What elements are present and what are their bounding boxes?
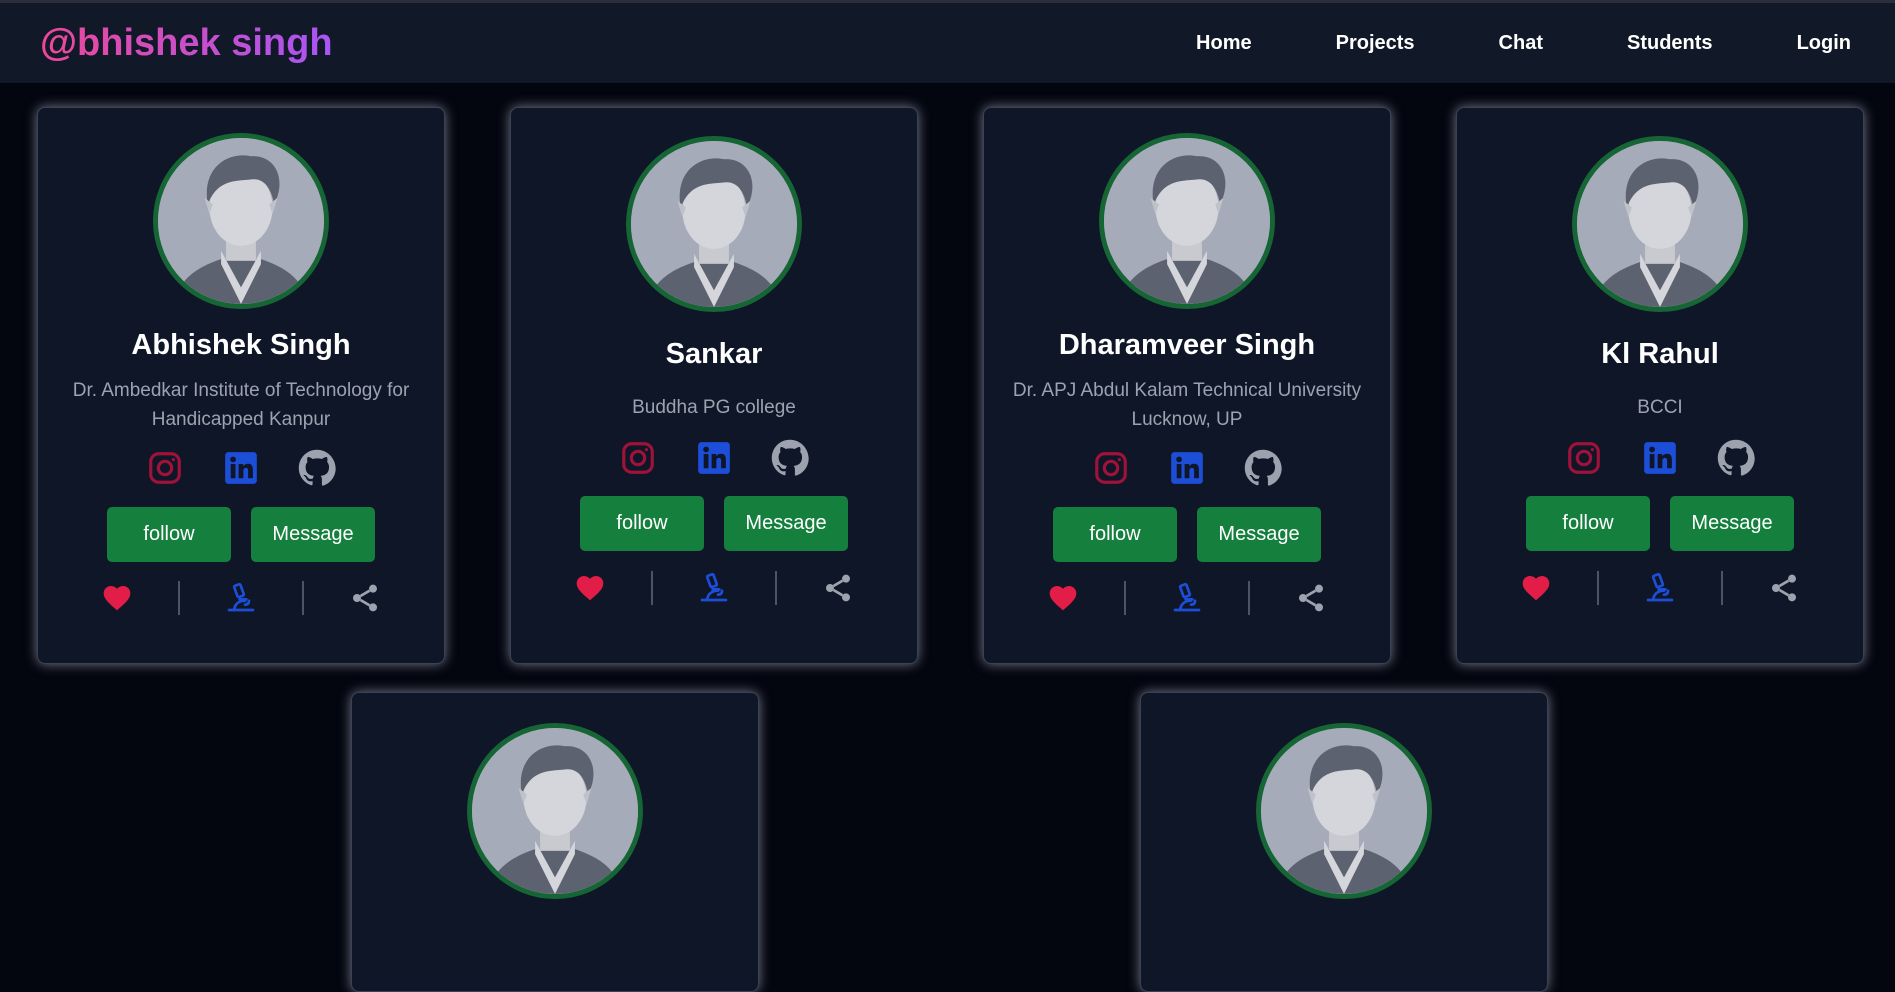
linkedin-icon[interactable] xyxy=(1167,448,1207,488)
divider xyxy=(1721,571,1723,605)
avatar xyxy=(153,133,329,309)
github-icon[interactable] xyxy=(770,438,810,478)
avatar xyxy=(626,136,802,312)
microscope-icon[interactable] xyxy=(1643,571,1677,605)
share-icon[interactable] xyxy=(1767,571,1801,605)
student-name: Sankar xyxy=(665,338,763,370)
follow-button[interactable]: follow xyxy=(1053,507,1177,562)
nav-link-home[interactable]: Home xyxy=(1196,32,1252,55)
heart-icon[interactable] xyxy=(1046,581,1080,615)
microscope-icon[interactable] xyxy=(697,571,731,605)
linkedin-icon[interactable] xyxy=(1640,438,1680,478)
card-footer-actions xyxy=(573,571,855,605)
card-actions: follow Message xyxy=(1043,507,1331,562)
instagram-icon[interactable] xyxy=(145,448,185,488)
divider xyxy=(651,571,653,605)
avatar xyxy=(1572,136,1748,312)
student-card: Sankar Buddha PG college follow Message xyxy=(510,107,918,664)
github-icon[interactable] xyxy=(297,448,337,488)
social-links xyxy=(600,438,828,478)
heart-icon[interactable] xyxy=(1519,571,1553,605)
avatar xyxy=(1099,133,1275,309)
social-links xyxy=(127,448,355,488)
student-college: Buddha PG college xyxy=(632,397,796,418)
message-button[interactable]: Message xyxy=(1197,507,1321,562)
microscope-icon[interactable] xyxy=(224,581,258,615)
github-icon[interactable] xyxy=(1716,438,1756,478)
avatar xyxy=(467,723,643,899)
follow-button[interactable]: follow xyxy=(1526,496,1650,551)
user-placeholder-icon xyxy=(1261,728,1427,894)
card-actions: follow Message xyxy=(570,496,858,551)
student-college: Dr. Ambedkar Institute of Technology for… xyxy=(72,380,410,430)
divider xyxy=(775,571,777,605)
user-placeholder-icon xyxy=(631,141,797,307)
heart-icon[interactable] xyxy=(573,571,607,605)
instagram-icon[interactable] xyxy=(1564,438,1604,478)
card-actions: follow Message xyxy=(1516,496,1804,551)
student-card: Abhishek Singh Dr. Ambedkar Institute of… xyxy=(37,107,445,664)
share-icon[interactable] xyxy=(1294,581,1328,615)
card-footer-actions xyxy=(1046,581,1328,615)
navbar: @bhishek singh Home Projects Chat Studen… xyxy=(0,3,1895,83)
student-card xyxy=(1140,692,1548,992)
avatar xyxy=(1256,723,1432,899)
instagram-icon[interactable] xyxy=(618,438,658,478)
follow-button[interactable]: follow xyxy=(107,507,231,562)
follow-button[interactable]: follow xyxy=(580,496,704,551)
divider xyxy=(1248,581,1250,615)
user-placeholder-icon xyxy=(472,728,638,894)
student-name: Kl Rahul xyxy=(1601,338,1719,370)
user-placeholder-icon xyxy=(1104,138,1270,304)
nav-link-chat[interactable]: Chat xyxy=(1499,32,1543,55)
nav-link-login[interactable]: Login xyxy=(1797,32,1851,55)
card-footer-actions xyxy=(1519,571,1801,605)
social-links xyxy=(1073,448,1301,488)
divider xyxy=(1124,581,1126,615)
heart-icon[interactable] xyxy=(100,581,134,615)
user-placeholder-icon xyxy=(1577,141,1743,307)
message-button[interactable]: Message xyxy=(251,507,375,562)
card-footer-actions xyxy=(100,581,382,615)
student-name: Dharamveer Singh xyxy=(1058,329,1316,361)
linkedin-icon[interactable] xyxy=(694,438,734,478)
instagram-icon[interactable] xyxy=(1091,448,1131,488)
nav-link-projects[interactable]: Projects xyxy=(1336,32,1415,55)
divider xyxy=(1597,571,1599,605)
nav-links: Home Projects Chat Students Login xyxy=(1112,32,1851,55)
message-button[interactable]: Message xyxy=(1670,496,1794,551)
divider xyxy=(178,581,180,615)
brand-logo[interactable]: @bhishek singh xyxy=(40,22,333,65)
microscope-icon[interactable] xyxy=(1170,581,1204,615)
student-name: Abhishek Singh xyxy=(131,329,351,361)
user-placeholder-icon xyxy=(158,138,324,304)
student-college: BCCI xyxy=(1637,397,1683,418)
linkedin-icon[interactable] xyxy=(221,448,261,488)
share-icon[interactable] xyxy=(348,581,382,615)
card-actions: follow Message xyxy=(97,507,385,562)
student-card xyxy=(351,692,759,992)
divider xyxy=(302,581,304,615)
student-college: Dr. APJ Abdul Kalam Technical University… xyxy=(1012,380,1362,430)
github-icon[interactable] xyxy=(1243,448,1283,488)
social-links xyxy=(1546,438,1774,478)
share-icon[interactable] xyxy=(821,571,855,605)
message-button[interactable]: Message xyxy=(724,496,848,551)
student-card: Dharamveer Singh Dr. APJ Abdul Kalam Tec… xyxy=(983,107,1391,664)
nav-link-students[interactable]: Students xyxy=(1627,32,1713,55)
student-card: Kl Rahul BCCI follow Message xyxy=(1456,107,1864,664)
